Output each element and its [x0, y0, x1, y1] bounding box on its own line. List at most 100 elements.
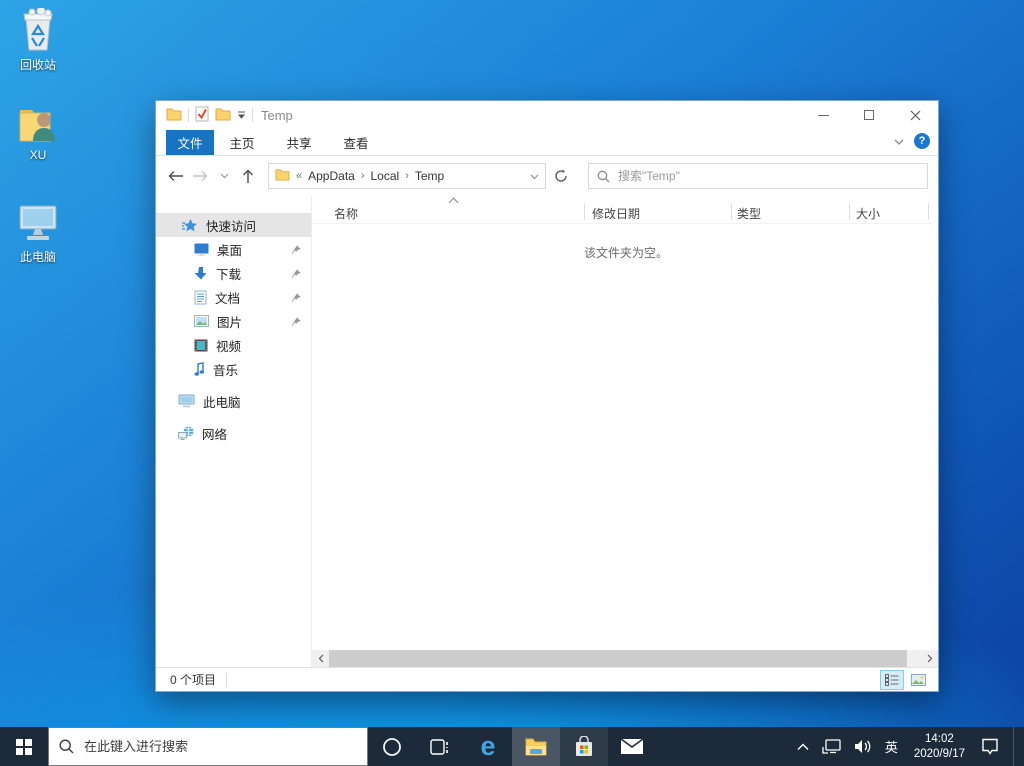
customize-qat-dropdown[interactable]: [237, 108, 246, 122]
details-view-button[interactable]: [880, 669, 904, 690]
speaker-icon: [854, 740, 871, 753]
nav-item-network[interactable]: 网络: [156, 421, 311, 445]
chevron-down-icon: [220, 173, 228, 179]
ribbon-tab-row: 文件 主页 共享 查看 ?: [156, 129, 938, 156]
search-icon: [597, 170, 610, 182]
explorer-search-box[interactable]: [588, 163, 928, 189]
file-list-area: 名称 修改日期 类型 大小 该文件夹为空。: [312, 196, 938, 667]
input-language-indicator[interactable]: 英: [882, 727, 901, 766]
nav-item-label: 下载: [216, 267, 242, 282]
taskbar-spacer: [656, 727, 794, 766]
tab-share[interactable]: 共享: [275, 130, 323, 155]
cortana-button[interactable]: [368, 727, 416, 766]
toolbar-separator: [252, 108, 253, 122]
explorer-search-input[interactable]: [618, 169, 919, 183]
thumbnail-view-icon: [910, 673, 926, 686]
column-divider[interactable]: [849, 203, 850, 220]
start-button[interactable]: [0, 727, 48, 766]
recent-locations-dropdown[interactable]: [212, 164, 236, 188]
refresh-button[interactable]: [546, 163, 576, 189]
new-folder-button[interactable]: [215, 107, 231, 124]
address-bar[interactable]: « AppData › Local › Temp: [268, 163, 546, 189]
taskbar-clock[interactable]: 14:02 2020/9/17: [908, 732, 971, 762]
desktop-icon-user-folder[interactable]: XU: [6, 100, 70, 162]
task-view-button[interactable]: [416, 727, 464, 766]
column-divider[interactable]: [584, 203, 585, 220]
navigation-pane: 快速访问 桌面 下载 文档 图片 视频 音乐 此电脑 网络: [156, 196, 312, 667]
file-explorer-icon: [525, 738, 547, 755]
close-button[interactable]: [892, 101, 938, 129]
desktop-icon-recycle-bin[interactable]: 回收站: [6, 8, 70, 73]
minimize-icon: [817, 114, 829, 116]
column-name[interactable]: 名称: [334, 205, 358, 222]
scroll-left-button[interactable]: [312, 650, 329, 667]
action-center-button[interactable]: [978, 727, 1002, 766]
taskbar-search-input[interactable]: [84, 739, 357, 754]
back-button[interactable]: [164, 164, 188, 188]
horizontal-scrollbar[interactable]: [312, 650, 938, 667]
chevron-down-icon: [894, 139, 904, 145]
nav-item-downloads[interactable]: 下载: [156, 261, 311, 285]
expand-ribbon-button[interactable]: [894, 134, 904, 148]
breadcrumb-separator[interactable]: ›: [361, 170, 365, 182]
task-view-icon: [430, 738, 448, 755]
column-date-modified[interactable]: 修改日期: [592, 205, 640, 222]
column-headers: 名称 修改日期 类型 大小: [312, 197, 932, 224]
nav-item-quick-access[interactable]: 快速访问: [156, 213, 311, 237]
column-divider[interactable]: [731, 203, 732, 220]
window-folder-icon: [166, 107, 182, 124]
scrollbar-thumb[interactable]: [329, 650, 907, 667]
nav-item-videos[interactable]: 视频: [156, 333, 311, 357]
pin-icon: [291, 316, 301, 330]
show-desktop-button[interactable]: [1013, 727, 1018, 766]
tab-view[interactable]: 查看: [332, 130, 380, 155]
videos-icon: [194, 339, 208, 351]
window-controls: [800, 101, 938, 129]
large-icons-view-button[interactable]: [906, 670, 930, 690]
column-type[interactable]: 类型: [737, 205, 761, 222]
tab-label: 文件: [177, 137, 203, 151]
desktop-icon-this-pc[interactable]: 此电脑: [6, 200, 70, 265]
nav-item-label: 图片: [217, 315, 243, 330]
breadcrumb-local[interactable]: Local: [371, 169, 400, 183]
nav-item-music[interactable]: 音乐: [156, 357, 311, 381]
nav-item-pictures[interactable]: 图片: [156, 309, 311, 333]
file-explorer-taskbar-button[interactable]: [512, 727, 560, 766]
mail-button[interactable]: [608, 727, 656, 766]
breadcrumb-temp[interactable]: Temp: [415, 169, 444, 183]
column-size[interactable]: 大小: [856, 205, 880, 222]
close-icon: [910, 110, 920, 120]
microsoft-store-button[interactable]: [560, 727, 608, 766]
scrollbar-track[interactable]: [329, 650, 921, 667]
taskbar: e: [0, 727, 1024, 766]
breadcrumb-appdata[interactable]: AppData: [308, 169, 355, 183]
network-status-button[interactable]: [819, 727, 844, 766]
downloads-icon: [194, 266, 207, 279]
column-divider[interactable]: [928, 203, 929, 220]
address-overflow-chevron[interactable]: «: [296, 170, 302, 182]
nav-item-documents[interactable]: 文档: [156, 285, 311, 309]
maximize-button[interactable]: [846, 101, 892, 129]
show-hidden-icons-button[interactable]: [794, 727, 812, 766]
view-switcher: [880, 669, 930, 690]
title-bar[interactable]: Temp: [156, 101, 938, 129]
forward-button[interactable]: [188, 164, 212, 188]
nav-item-desktop[interactable]: 桌面: [156, 237, 311, 261]
volume-button[interactable]: [851, 727, 875, 766]
edge-button[interactable]: e: [464, 727, 512, 766]
chevron-left-icon: [318, 654, 323, 663]
nav-item-this-pc[interactable]: 此电脑: [156, 389, 311, 413]
properties-button[interactable]: [195, 106, 209, 125]
breadcrumb-separator[interactable]: ›: [405, 170, 409, 182]
address-dropdown[interactable]: [530, 169, 539, 183]
taskbar-search-box[interactable]: [48, 727, 368, 766]
tab-home[interactable]: 主页: [218, 130, 266, 155]
minimize-button[interactable]: [800, 101, 846, 129]
up-button[interactable]: [236, 164, 260, 188]
desktop-icon-label: 此电脑: [19, 250, 56, 264]
scroll-right-button[interactable]: [921, 650, 938, 667]
search-icon: [59, 739, 74, 754]
tab-file[interactable]: 文件: [166, 130, 214, 155]
windows-logo-icon: [16, 738, 32, 755]
help-button[interactable]: ?: [914, 133, 930, 149]
